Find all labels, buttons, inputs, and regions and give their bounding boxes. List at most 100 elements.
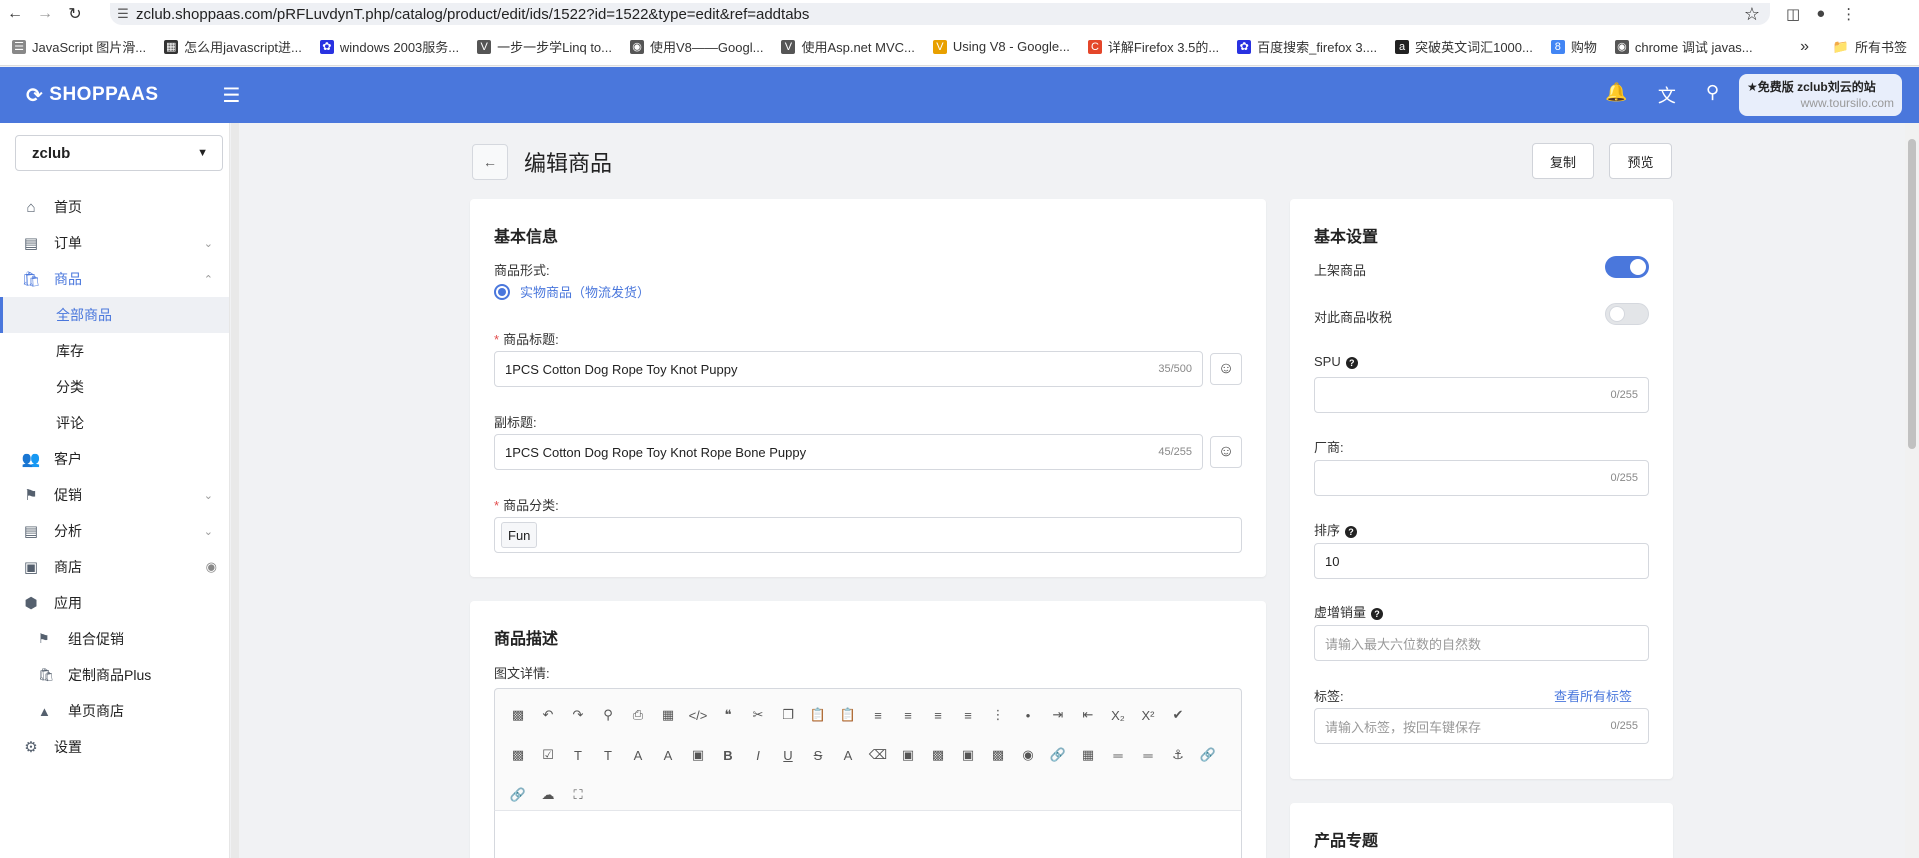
align-right-icon[interactable]: ≡: [923, 702, 953, 728]
tags-input[interactable]: 请输入标签，按回车键保存 0/255: [1314, 708, 1649, 744]
bookmark-item[interactable]: 8 购物: [1550, 37, 1597, 56]
checklist-icon[interactable]: ☑: [533, 742, 563, 768]
align-justify-icon[interactable]: ≡: [953, 702, 983, 728]
bookmark-item[interactable]: ◉ 使用V8——Googl...: [630, 37, 763, 56]
format-painter-icon[interactable]: ✔: [1163, 702, 1193, 728]
bookmark-item[interactable]: ◉ chrome 调试 javas...: [1614, 37, 1753, 56]
numbered-list-icon[interactable]: ⋮: [983, 702, 1013, 728]
subscript-icon[interactable]: X₂: [1103, 702, 1133, 728]
fake-sales-input[interactable]: 请输入最大六位数的自然数: [1314, 625, 1649, 661]
product-title-input[interactable]: 1PCS Cotton Dog Rope Toy Knot Puppy 35/5…: [494, 351, 1203, 387]
sidebar-item-inventory[interactable]: 库存: [0, 333, 229, 369]
outdent-icon[interactable]: ⇤: [1073, 702, 1103, 728]
video-icon[interactable]: ▩: [923, 742, 953, 768]
site-info-icon[interactable]: ☰: [110, 6, 136, 22]
emoji-button[interactable]: ☺: [1210, 353, 1242, 385]
sidebar-scrollbar[interactable]: [231, 123, 239, 858]
sidebar-item-products[interactable]: 🛍 商品 ⌃: [0, 261, 229, 297]
bookmark-item[interactable]: ✿ 百度搜索_firefox 3....: [1237, 37, 1377, 56]
publish-toggle[interactable]: [1605, 256, 1649, 278]
text-style-icon[interactable]: A: [833, 742, 863, 768]
help-icon[interactable]: ?: [1345, 357, 1358, 369]
copy-icon[interactable]: ❐: [773, 702, 803, 728]
template-icon[interactable]: ▦: [653, 702, 683, 728]
help-icon[interactable]: ?: [1345, 526, 1358, 538]
bookmark-item[interactable]: ▦ 怎么用javascript进...: [164, 37, 302, 56]
embed-icon[interactable]: ▩: [983, 742, 1013, 768]
spu-input[interactable]: 0/255: [1314, 377, 1649, 413]
shoppaas-logo[interactable]: ⟳ SHOPPAAS: [26, 83, 159, 108]
title-icon[interactable]: T: [563, 742, 593, 768]
align-left-icon[interactable]: ≡: [863, 702, 893, 728]
physical-product-radio[interactable]: 实物商品（物流发货）: [494, 282, 650, 301]
strikethrough-icon[interactable]: S: [803, 742, 833, 768]
help-icon[interactable]: ?: [1371, 608, 1384, 620]
sidebar-item-all-products[interactable]: 全部商品: [0, 297, 229, 333]
gallery-icon[interactable]: ▣: [953, 742, 983, 768]
emoji-button[interactable]: ☺: [1210, 436, 1242, 468]
eye-icon[interactable]: ◉: [206, 559, 217, 575]
support-headset-icon[interactable]: ⚲: [1706, 82, 1719, 108]
sidebar-item-categories[interactable]: 分类: [0, 369, 229, 405]
bell-icon[interactable]: 🔔: [1605, 82, 1627, 108]
link-icon[interactable]: 🔗: [1043, 742, 1073, 768]
font-size-icon[interactable]: A: [623, 742, 653, 768]
back-button[interactable]: ←: [472, 144, 508, 180]
bullet-list-icon[interactable]: •: [1013, 702, 1043, 728]
all-bookmarks-folder[interactable]: 📁 所有书签: [1833, 37, 1907, 56]
scrollbar-thumb[interactable]: [1908, 139, 1916, 449]
sidebar-item-orders[interactable]: ▤ 订单 ⌄: [0, 225, 229, 261]
view-all-tags-link[interactable]: 查看所有标签: [1554, 686, 1632, 705]
align-center-icon[interactable]: ≡: [893, 702, 923, 728]
reload-icon[interactable]: ↻: [60, 0, 90, 28]
rich-text-editor[interactable]: [494, 810, 1242, 858]
translate-icon[interactable]: 文: [1658, 82, 1676, 108]
bookmark-item[interactable]: V 一步一步学Linq to...: [477, 37, 612, 56]
indent-icon[interactable]: ⇥: [1043, 702, 1073, 728]
paste-icon[interactable]: 📋: [803, 702, 833, 728]
italic-icon[interactable]: I: [743, 742, 773, 768]
sidebar-item-store[interactable]: ▣ 商店 ◉: [0, 549, 229, 585]
profile-icon[interactable]: ●: [1816, 5, 1825, 23]
superscript-icon[interactable]: X²: [1133, 702, 1163, 728]
bold-icon[interactable]: B: [713, 742, 743, 768]
bookmark-item[interactable]: ☰ JavaScript 图片滑...: [12, 37, 146, 56]
underline-icon[interactable]: U: [773, 742, 803, 768]
sidebar-item-reviews[interactable]: 评论: [0, 405, 229, 441]
cloud-upload-icon[interactable]: ☁: [533, 782, 563, 808]
bookmark-item[interactable]: V Using V8 - Google...: [932, 39, 1070, 54]
bookmark-item[interactable]: V 使用Asp.net MVC...: [781, 37, 915, 56]
plan-badge[interactable]: ★免费版 zclub刘云的站 www.toursilo.com: [1739, 74, 1902, 116]
copy-button[interactable]: 复制: [1532, 143, 1594, 179]
find-replace-icon[interactable]: ▩: [503, 742, 533, 768]
table-icon[interactable]: ▦: [1073, 742, 1103, 768]
sidebar-item-custom-product[interactable]: 🛍 定制商品Plus: [0, 657, 229, 693]
chevron-double-right-icon[interactable]: »: [1800, 38, 1809, 56]
address-bar[interactable]: ☰ zclub.shoppaas.com/pRFLuvdynT.php/cata…: [110, 3, 1770, 25]
image-icon[interactable]: ▣: [893, 742, 923, 768]
font-family-icon[interactable]: T: [593, 742, 623, 768]
redo-icon[interactable]: ↷: [563, 702, 593, 728]
bookmark-star-icon[interactable]: ☆: [1744, 4, 1760, 25]
more-menu-icon[interactable]: ⋮: [1841, 5, 1856, 23]
bookmark-item[interactable]: ✿ windows 2003服务...: [319, 37, 459, 56]
undo-icon[interactable]: ↶: [533, 702, 563, 728]
page-scrollbar[interactable]: [1905, 123, 1919, 858]
page-break-icon[interactable]: ═: [1133, 742, 1163, 768]
category-input[interactable]: Fun: [494, 517, 1242, 553]
sort-input[interactable]: 10: [1314, 543, 1649, 579]
fullscreen-icon[interactable]: ⛶: [563, 782, 593, 808]
side-panel-icon[interactable]: ◫: [1786, 5, 1800, 23]
category-tag[interactable]: Fun: [501, 522, 538, 548]
quote-icon[interactable]: ❝: [713, 702, 743, 728]
sidebar-item-home[interactable]: ⌂ 首页: [0, 189, 229, 225]
forward-arrow-icon[interactable]: →: [30, 0, 60, 28]
preview-icon[interactable]: ⚲: [593, 702, 623, 728]
preview-button[interactable]: 预览: [1609, 143, 1672, 179]
sidebar-item-settings[interactable]: ⚙ 设置: [0, 729, 229, 765]
font-color-icon[interactable]: A: [653, 742, 683, 768]
menu-toggle-icon[interactable]: ☰: [223, 83, 241, 108]
sidebar-item-apps[interactable]: ⬢ 应用: [0, 585, 229, 621]
bookmark-item[interactable]: a 突破英文词汇1000...: [1395, 37, 1533, 56]
sidebar-item-single-page[interactable]: ▲ 单页商店: [0, 693, 229, 729]
